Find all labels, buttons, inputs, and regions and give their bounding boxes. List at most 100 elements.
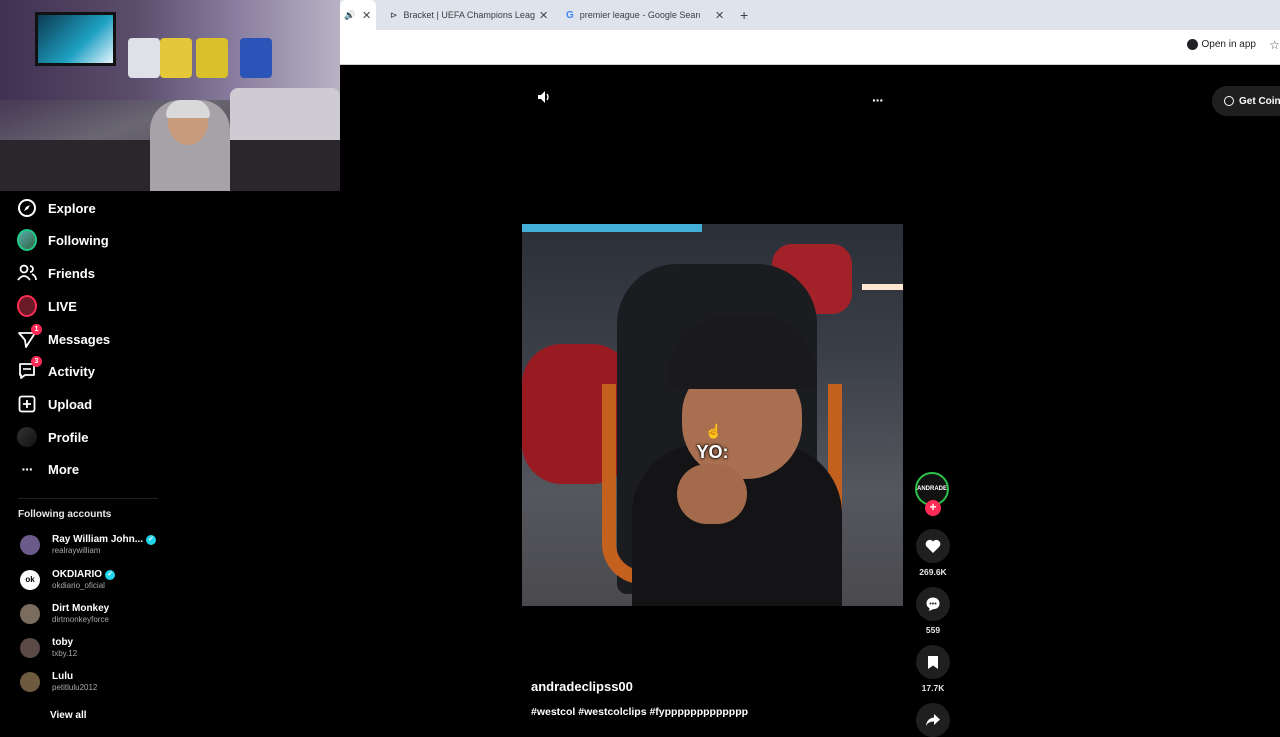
tab-label: Bracket | UEFA Champions Leag	[403, 10, 535, 20]
friends-icon	[17, 263, 37, 283]
following-account[interactable]: toby txby.12	[20, 637, 77, 658]
volume-icon[interactable]	[537, 90, 551, 109]
sidebar-item-label: Friends	[48, 265, 95, 281]
sidebar-item-friends[interactable]: Friends	[17, 263, 95, 283]
close-tab-icon[interactable]: ✕	[539, 9, 548, 22]
save-count: 17.7K	[921, 683, 945, 693]
tiktok-icon	[1186, 39, 1198, 50]
live-icon	[17, 295, 37, 317]
mouse-cursor-icon: ☝	[705, 423, 723, 439]
sidebar-item-label: LIVE	[48, 298, 77, 314]
comment-count: 559	[925, 625, 941, 635]
bookmark-star-icon[interactable]: ☆	[1269, 38, 1280, 52]
verified-icon: ✓	[146, 534, 157, 545]
account-name: Lulu	[52, 671, 74, 682]
account-handle: okdiario_oficial	[52, 581, 105, 590]
video-neon-light	[522, 224, 702, 232]
save-action: 17.7K	[915, 645, 951, 693]
close-tab-icon[interactable]: ✕	[715, 9, 724, 22]
close-tab-icon[interactable]: ✕	[362, 9, 371, 22]
sidebar-item-activity[interactable]: 3 Activity	[17, 356, 95, 381]
sidebar-item-label: Explore	[48, 200, 96, 216]
like-button[interactable]	[916, 529, 950, 563]
comment-button[interactable]	[916, 587, 950, 621]
activity-badge: 3	[31, 356, 42, 367]
like-count: 269.6K	[919, 567, 947, 577]
comment-action: 559	[915, 587, 951, 635]
following-account[interactable]: Lulu petitlulu2012	[20, 671, 97, 692]
account-avatar: ok	[20, 569, 40, 590]
following-account[interactable]: Ray William John... ✓ realraywilliam	[20, 534, 157, 555]
open-in-app-button[interactable]: Open in app	[1186, 39, 1256, 50]
sidebar-divider	[18, 498, 158, 499]
browser-tab-bar: 🔊 ✕ ⊳ Bracket | UEFA Champions Leag ✕ G …	[340, 0, 1280, 30]
more-icon: ···	[21, 461, 34, 477]
messages-badge: 1	[31, 324, 42, 335]
video-hashtags[interactable]: #westcol #westcolclips #fyppppppppppppp	[531, 706, 748, 718]
webcam-couch	[230, 88, 340, 148]
webcam-jersey	[128, 38, 160, 78]
following-account[interactable]: Dirt Monkey dirtmonkeyforce	[20, 603, 109, 624]
webcam-jersey	[240, 38, 272, 78]
account-avatar	[20, 637, 40, 658]
sidebar-item-label: Activity	[48, 363, 95, 379]
save-button[interactable]	[916, 645, 950, 679]
sidebar-item-explore[interactable]: Explore	[17, 198, 96, 218]
video-person-hand	[677, 464, 747, 524]
creator-avatar-label: ANDRADE	[917, 486, 947, 492]
sidebar-item-label: Upload	[48, 396, 93, 412]
webcam-jersey	[160, 38, 192, 78]
following-account[interactable]: ok OKDIARIO ✓ okdiario_oficial	[20, 569, 115, 590]
account-handle: petitlulu2012	[52, 683, 98, 692]
view-all-link[interactable]: View all	[50, 710, 87, 721]
sidebar-item-more[interactable]: ··· More	[17, 459, 80, 479]
video-neon-light	[862, 284, 903, 290]
share-action	[915, 703, 951, 737]
profile-avatar-icon	[17, 427, 37, 447]
account-avatar	[20, 671, 40, 692]
bookmark-icon	[928, 655, 938, 669]
get-coins-button[interactable]: Get Coin	[1212, 86, 1280, 116]
verified-icon: ✓	[105, 569, 115, 580]
share-icon	[926, 714, 940, 726]
tab-favicon-icon: ⊳	[390, 9, 398, 20]
tab-google-search[interactable]: G premier league - Google Search ✕	[566, 0, 731, 30]
account-handle: dirtmonkeyforce	[52, 615, 109, 624]
account-avatar	[20, 603, 40, 624]
tab-active[interactable]: 🔊 ✕	[340, 0, 376, 30]
account-name: Dirt Monkey	[52, 603, 110, 614]
webcam-tv	[35, 12, 116, 66]
more-options-icon[interactable]: ···	[872, 92, 884, 108]
speaker-icon: 🔊	[344, 9, 356, 20]
following-accounts-title: Following accounts	[18, 509, 112, 520]
webcam-cap	[166, 100, 210, 118]
account-handle: txby.12	[52, 649, 78, 658]
share-button[interactable]	[916, 703, 950, 737]
new-tab-button[interactable]: +	[740, 0, 754, 30]
sidebar-item-label: More	[48, 461, 80, 477]
compass-icon	[17, 198, 37, 218]
video-author-username[interactable]: andradeclipss00	[531, 679, 633, 694]
sidebar-item-following[interactable]: Following	[17, 229, 109, 251]
account-name: Ray William John...	[52, 534, 144, 545]
video-player[interactable]: YO:	[522, 224, 903, 606]
heart-icon	[925, 539, 941, 553]
tab-bracket[interactable]: ⊳ Bracket | UEFA Champions Leag ✕	[390, 0, 550, 30]
upload-icon	[17, 394, 37, 414]
sidebar-item-messages[interactable]: 1 Messages	[17, 324, 110, 349]
account-handle: realraywilliam	[52, 546, 101, 555]
browser-toolbar: Open in app ☆	[340, 30, 1280, 65]
plus-icon: +	[740, 7, 749, 23]
account-avatar	[20, 534, 40, 555]
sidebar-item-profile[interactable]: Profile	[17, 427, 88, 447]
following-avatar-icon	[17, 229, 37, 251]
account-name: OKDIARIO	[52, 569, 102, 580]
sidebar-item-label: Profile	[48, 429, 89, 445]
messages-icon: 1	[17, 324, 42, 349]
webcam-jersey	[196, 38, 228, 78]
sidebar-item-upload[interactable]: Upload	[17, 394, 92, 414]
follow-plus-button[interactable]: +	[925, 500, 941, 516]
sidebar-item-live[interactable]: LIVE	[17, 295, 77, 317]
activity-icon: 3	[17, 356, 42, 381]
get-coins-label: Get Coin	[1239, 95, 1280, 107]
